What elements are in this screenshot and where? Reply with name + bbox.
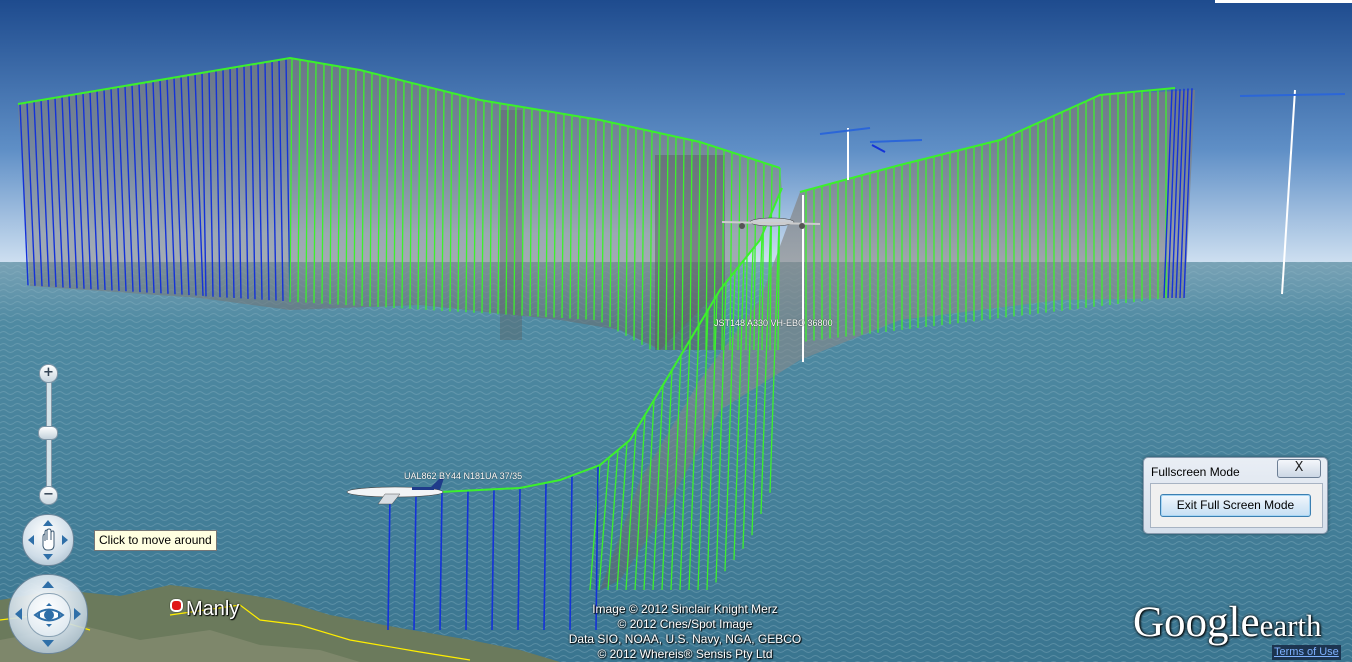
hand-icon [28, 520, 68, 560]
zoom-slider[interactable]: + − [38, 364, 58, 506]
flight-label-jst148: JST148 A330 VH-EBO 36800 [714, 318, 833, 328]
earth-3d-view[interactable] [0, 0, 1352, 662]
look-control[interactable] [8, 574, 88, 654]
imagery-attribution: Image © 2012 Sinclair Knight Merz © 2012… [568, 602, 802, 661]
close-button[interactable]: X [1277, 459, 1321, 478]
dialog-body: Exit Full Screen Mode [1150, 483, 1323, 528]
fullscreen-mode-dialog: Fullscreen Mode X Exit Full Screen Mode [1143, 457, 1328, 534]
look-center[interactable] [27, 593, 71, 637]
move-control[interactable] [22, 514, 74, 566]
google-earth-logo: Googleearth [1133, 599, 1322, 646]
exit-full-screen-button[interactable]: Exit Full Screen Mode [1160, 494, 1311, 517]
terms-of-use-link[interactable]: Terms of Use [1272, 645, 1341, 660]
tooltip-move: Click to move around [94, 530, 217, 551]
zoom-out-button[interactable]: − [39, 486, 58, 505]
zoom-slider-thumb[interactable] [38, 426, 58, 440]
place-pin-manly[interactable] [170, 599, 183, 612]
zoom-in-button[interactable]: + [39, 364, 58, 383]
flight-label-ual862: UAL862 BY44 N181UA 37/35 [404, 471, 523, 481]
place-label-manly[interactable]: Manly [186, 598, 239, 621]
eye-icon [33, 603, 65, 627]
dialog-title: Fullscreen Mode [1151, 465, 1240, 479]
